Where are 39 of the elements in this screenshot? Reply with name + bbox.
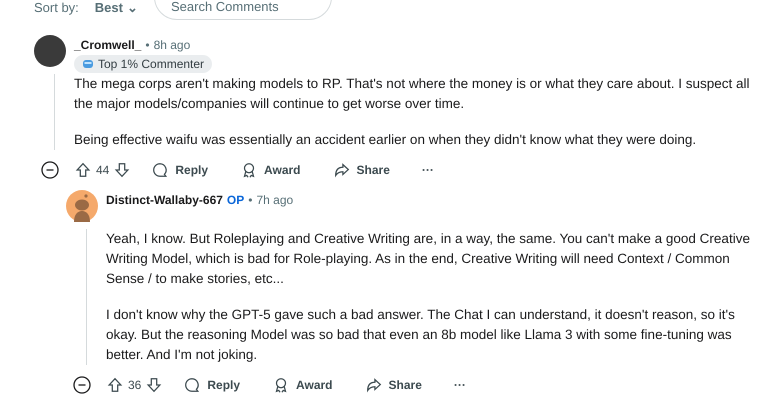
collapse-minus-icon[interactable] <box>73 376 91 394</box>
downvote-arrow-icon[interactable] <box>113 161 132 179</box>
comment-paragraph: The mega corps aren't making models to RP. That's not where the money is or what they care about. I suspect all the major models/companies will continue to get worse over time. <box>74 75 751 113</box>
vote-count: 36 <box>128 377 142 394</box>
separator-dot: • <box>248 192 252 208</box>
default-avatar-icon[interactable] <box>66 190 98 222</box>
action-button[interactable]: Award <box>264 371 341 399</box>
action-button[interactable]: Reply <box>143 156 216 184</box>
comment-paragraph: I don't know why the GPT-5 gave such a bad answer. The Chat I can understand, it doesn't reason, so it's okay. But the reasoning Model was so bad that even an 8b model like Llama 3 with some fine-tuning was better. And I'm not joking. <box>106 306 736 364</box>
upvote-arrow-icon[interactable] <box>106 376 124 394</box>
sort-dropdown[interactable]: Best ⌄ <box>94 0 138 16</box>
timestamp: 7h ago <box>256 192 294 208</box>
action-button[interactable]: Reply <box>175 371 248 399</box>
username[interactable]: _Cromwell_ <box>74 37 142 53</box>
comment-paragraph: Being effective waifu was essentially an accident earlier on when they didn't know what they were doing. <box>74 131 698 149</box>
collapse-minus-icon[interactable] <box>41 161 59 179</box>
op-tag: OP <box>226 192 244 208</box>
sort-label: Sort by: <box>34 0 79 16</box>
separator-dot: • <box>145 37 150 53</box>
downvote-arrow-icon[interactable] <box>145 376 164 394</box>
search-input[interactable]: Search Comments <box>170 0 315 15</box>
username[interactable]: Distinct-Wallaby-667 <box>106 192 223 208</box>
search-field[interactable]: Search Comments <box>154 0 332 20</box>
timestamp: 8h ago <box>154 37 190 53</box>
share-arrow-icon <box>364 376 383 394</box>
share-arrow-icon <box>332 161 351 179</box>
speech-bubble-icon <box>151 161 170 179</box>
flair-text: Top 1% Commenter <box>98 56 204 73</box>
action-button[interactable]: Share <box>356 371 430 399</box>
vote-count: 44 <box>96 162 110 179</box>
more-options-button[interactable]: ··· <box>414 156 442 184</box>
badge-icon <box>82 58 94 70</box>
upvote-arrow-icon[interactable] <box>74 161 92 179</box>
action-button[interactable]: Award <box>232 156 309 184</box>
action-button[interactable]: Share <box>324 156 398 184</box>
comment-paragraph: Yeah, I know. But Roleplaying and Creative Writing are, in a way, the same. You can't make a good Creative Writing Model, which is bad for Role-playing. As in the end, Creative Writing will need Context / Common Sense / to make stories, etc... <box>106 230 751 288</box>
speech-bubble-icon <box>183 376 202 394</box>
avatar-photo-placeholder[interactable] <box>34 35 66 67</box>
more-options-button[interactable]: ··· <box>446 371 474 399</box>
